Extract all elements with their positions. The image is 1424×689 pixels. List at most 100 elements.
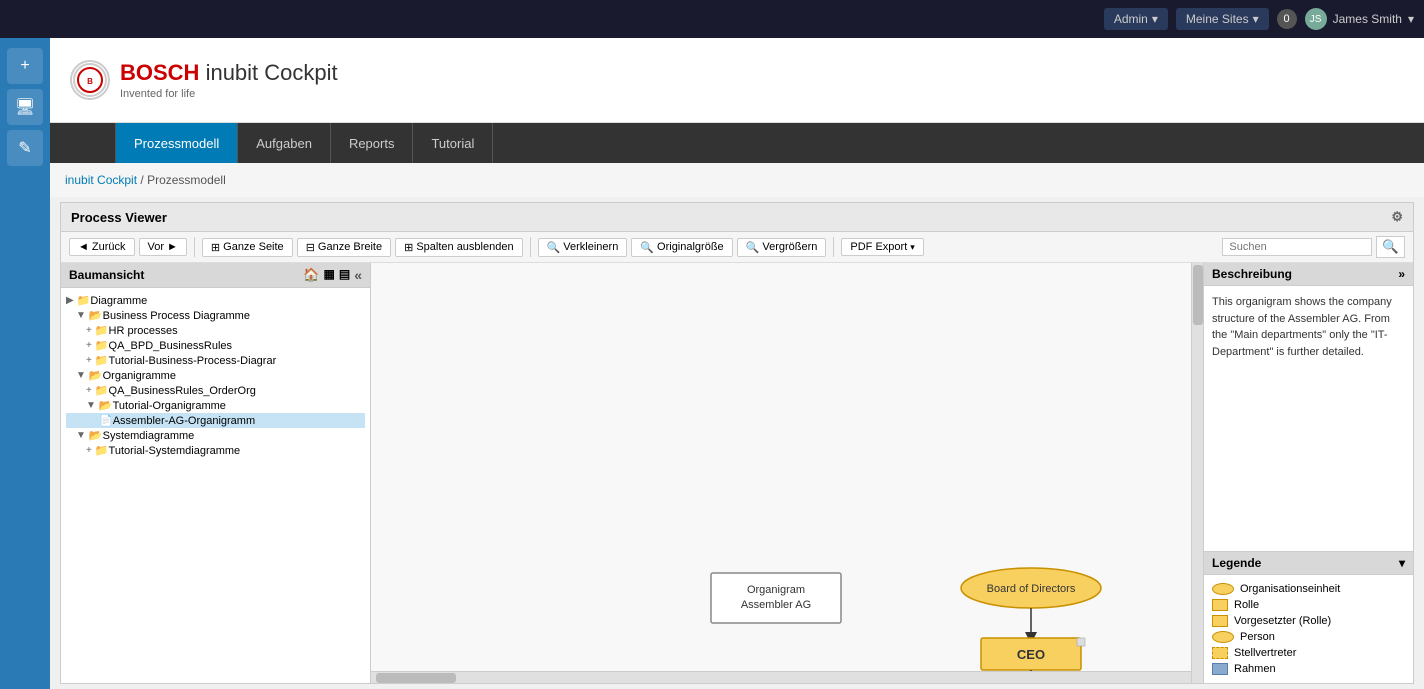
search-input[interactable]: [1222, 238, 1372, 256]
tree-view-icon1[interactable]: ▦: [324, 267, 335, 283]
tree-item[interactable]: + 📁 QA_BPD_BusinessRules: [66, 338, 365, 353]
notification-badge[interactable]: 0: [1277, 9, 1297, 29]
description-header: Beschreibung »: [1204, 263, 1413, 286]
topbar: Admin ▾ Meine Sites ▾ 0 JS James Smith ▾: [0, 0, 1424, 38]
legend-title: Legende: [1212, 556, 1261, 570]
panel-header: Process Viewer ⚙: [61, 203, 1413, 232]
back-icon: ◄: [78, 241, 89, 253]
brand-name: BOSCH inubit Cockpit: [120, 60, 338, 86]
ganze-seite-icon: ⊞: [211, 241, 220, 254]
search-button[interactable]: 🔍: [1376, 236, 1405, 258]
tree-item[interactable]: + 📁 Tutorial-Business-Process-Diagrar: [66, 353, 365, 368]
tree-item-label: QA_BPD_BusinessRules: [109, 340, 233, 352]
admin-button[interactable]: Admin ▾: [1104, 8, 1168, 30]
spalten-label: Spalten ausblenden: [416, 241, 513, 253]
tree-item[interactable]: ▼ 📂 Business Process Diagramme: [66, 308, 365, 323]
folder-icon: 📁: [95, 339, 109, 352]
legend-item: Organisationseinheit: [1212, 581, 1405, 597]
folder-icon: 📂: [89, 429, 103, 442]
tree-panel: Baumansicht 🏠 ▦ ▤ « ▶ 📁 Diagramme: [61, 263, 371, 683]
expand-icon: ▶: [66, 295, 74, 306]
legend-stellvertreter-label: Stellvertreter: [1234, 647, 1296, 659]
ganze-seite-button[interactable]: ⊞ Ganze Seite: [202, 238, 293, 257]
ganze-breite-label: Ganze Breite: [318, 241, 382, 253]
left-sidebar: + 🖥 ✎: [0, 38, 50, 689]
tree-view-icon2[interactable]: ▤: [339, 267, 350, 283]
tree-item-label: Tutorial-Systemdiagramme: [109, 445, 241, 457]
logo-area: B BOSCH inubit Cockpit Invented for life: [70, 60, 338, 100]
description-content: This organigram shows the company struct…: [1204, 286, 1413, 551]
toolbar-search: 🔍: [1222, 236, 1405, 258]
diagram-area[interactable]: Organigram Assembler AG Board of Directo…: [371, 263, 1203, 683]
tree-item-label: Assembler-AG-Organigramm: [113, 415, 255, 427]
viewer-body: Baumansicht 🏠 ▦ ▤ « ▶ 📁 Diagramme: [61, 263, 1413, 683]
ganze-breite-button[interactable]: ⊟ Ganze Breite: [297, 238, 391, 257]
vergroessern-button[interactable]: 🔍 Vergrößern: [737, 238, 827, 257]
back-label: Zurück: [92, 241, 126, 253]
expand-icon: +: [86, 355, 92, 366]
header: B BOSCH inubit Cockpit Invented for life: [50, 38, 1424, 123]
nav: Prozessmodell Aufgaben Reports Tutorial: [50, 123, 1424, 163]
plus-icon[interactable]: +: [7, 48, 43, 84]
breadcrumb-home[interactable]: inubit Cockpit: [65, 173, 137, 187]
spalten-ausblenden-button[interactable]: ⊞ Spalten ausblenden: [395, 238, 522, 257]
pdf-dropdown-arrow: ▾: [910, 242, 915, 253]
tree-title: Baumansicht: [69, 268, 144, 282]
forward-button[interactable]: Vor ►: [139, 238, 187, 256]
meine-sites-chevron: ▾: [1253, 12, 1259, 26]
legend-rolle-label: Rolle: [1234, 599, 1259, 611]
legend-collapse-icon[interactable]: ▾: [1399, 556, 1405, 570]
legend-rahmen-label: Rahmen: [1234, 663, 1276, 675]
folder-icon: 📁: [95, 384, 109, 397]
tree-item[interactable]: ▼ 📂 Organigramme: [66, 368, 365, 383]
legend-organisationseinheit-shape: [1212, 583, 1234, 595]
vergroessern-icon: 🔍: [746, 241, 760, 254]
legend-header: Legende ▾: [1204, 551, 1413, 575]
svg-text:B: B: [87, 77, 93, 86]
back-button[interactable]: ◄ Zurück: [69, 238, 135, 256]
legend-item: Rahmen: [1212, 661, 1405, 677]
originalgroesse-button[interactable]: 🔍 Originalgröße: [631, 238, 732, 257]
tree-item-label: Systemdiagramme: [103, 430, 195, 442]
gear-icon[interactable]: ⚙: [1391, 209, 1403, 225]
desc-expand-icon[interactable]: »: [1398, 267, 1405, 281]
tree-item[interactable]: + 📁 Tutorial-Systemdiagramme: [66, 443, 365, 458]
tab-aufgaben[interactable]: Aufgaben: [238, 123, 331, 163]
legend-person-label: Person: [1240, 631, 1275, 643]
tree-item-selected[interactable]: 📄 Assembler-AG-Organigramm: [66, 413, 365, 428]
tab-tutorial[interactable]: Tutorial: [413, 123, 493, 163]
tree-item[interactable]: + 📁 QA_BusinessRules_OrderOrg: [66, 383, 365, 398]
expand-icon: ▼: [76, 430, 86, 441]
main-content: inubit Cockpit / Prozessmodell Process V…: [50, 163, 1424, 684]
tree-item-label: Organigramme: [103, 370, 176, 382]
brand-bosch: BOSCH: [120, 60, 199, 85]
monitor-icon[interactable]: 🖥: [7, 89, 43, 125]
tab-reports[interactable]: Reports: [331, 123, 414, 163]
tab-tutorial-label: Tutorial: [431, 136, 474, 151]
expand-icon: +: [86, 445, 92, 456]
breadcrumb-current: Prozessmodell: [147, 173, 226, 187]
tree-item-label: Tutorial-Business-Process-Diagrar: [109, 355, 277, 367]
tab-prozessmodell[interactable]: Prozessmodell: [115, 123, 238, 163]
originalgroesse-label: Originalgröße: [657, 241, 724, 253]
user-avatar: JS: [1305, 8, 1327, 30]
folder-icon: 📁: [95, 444, 109, 457]
notification-count: 0: [1284, 13, 1290, 25]
tree-collapse-button[interactable]: «: [354, 267, 362, 283]
tree-item[interactable]: ▼ 📂 Tutorial-Organigramme: [66, 398, 365, 413]
tree-item[interactable]: ▶ 📁 Diagramme: [66, 293, 365, 308]
legend-person-shape: [1212, 631, 1234, 643]
legend-rahmen-shape: [1212, 663, 1228, 675]
brand-text: BOSCH inubit Cockpit Invented for life: [120, 60, 338, 100]
folder-icon: 📁: [77, 294, 91, 307]
tree-item[interactable]: + 📁 HR processes: [66, 323, 365, 338]
tree-item[interactable]: ▼ 📂 Systemdiagramme: [66, 428, 365, 443]
meine-sites-button[interactable]: Meine Sites ▾: [1176, 8, 1269, 30]
tree-collapse-icon[interactable]: 🏠: [303, 267, 319, 283]
verkleinern-icon: 🔍: [547, 241, 561, 254]
legend-item: Stellvertreter: [1212, 645, 1405, 661]
edit-icon[interactable]: ✎: [7, 130, 43, 166]
tree-header: Baumansicht 🏠 ▦ ▤ «: [61, 263, 370, 288]
pdf-export-button[interactable]: PDF Export ▾: [841, 238, 923, 256]
verkleinern-button[interactable]: 🔍 Verkleinern: [538, 238, 628, 257]
